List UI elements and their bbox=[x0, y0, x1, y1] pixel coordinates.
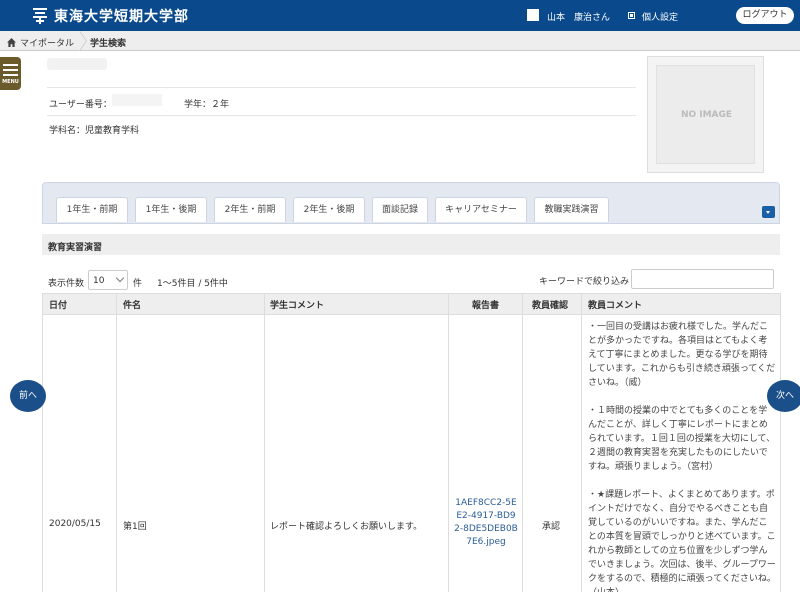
user-number-redacted bbox=[112, 94, 162, 106]
personal-settings-link[interactable]: 個人設定 bbox=[642, 10, 678, 23]
result-range: 1～5件目 / 5件中 bbox=[157, 279, 228, 289]
col-date: 日付 bbox=[49, 301, 68, 311]
breadcrumb-home-label: マイポータル bbox=[20, 39, 75, 49]
row-student-comment: レポート確認よろしくお願いします。 bbox=[270, 522, 423, 532]
keyword-filter-input[interactable] bbox=[631, 269, 774, 289]
table-header bbox=[42, 293, 780, 315]
tab-dropdown-icon[interactable] bbox=[762, 206, 775, 218]
hamburger-icon bbox=[3, 64, 18, 79]
logout-button[interactable]: ログアウト bbox=[736, 7, 794, 24]
tab-2nd-year-second[interactable]: 2年生・後期 bbox=[293, 197, 365, 222]
col-student-comment: 学生コメント bbox=[270, 301, 325, 311]
display-count-select[interactable]: 10 bbox=[88, 270, 128, 290]
col-teacher-comment: 教員コメント bbox=[588, 301, 643, 311]
teacher-comment-2: ・１時間の授業の中でとても多くのことを学んだことが、詳しく丁寧にレポートにまとめ… bbox=[588, 406, 776, 472]
tab-1st-year-second[interactable]: 1年生・後期 bbox=[135, 197, 207, 222]
home-icon bbox=[7, 38, 16, 47]
section-header: 教育実習演習 bbox=[42, 234, 780, 255]
display-count-unit: 件 bbox=[133, 279, 143, 289]
grade-label: 学年：２年 bbox=[184, 100, 230, 110]
next-button[interactable]: 次へ bbox=[767, 380, 800, 412]
prev-button[interactable]: 前へ bbox=[10, 380, 46, 412]
settings-icon[interactable] bbox=[628, 12, 635, 19]
no-image-placeholder: NO IMAGE bbox=[680, 110, 733, 120]
department-label: 学科名：児童教育学科 bbox=[49, 126, 140, 136]
tab-1st-year-first[interactable]: 1年生・前期 bbox=[56, 197, 128, 222]
section-title: 教育実習演習 bbox=[48, 243, 103, 253]
breadcrumb-home[interactable]: マイポータル bbox=[7, 36, 74, 49]
divider bbox=[47, 115, 636, 116]
row-subject: 第1回 bbox=[123, 522, 147, 532]
university-name: 東海大学短期大学部 bbox=[54, 9, 189, 25]
logo-mark-icon bbox=[33, 8, 47, 24]
profile-photo: NO IMAGE bbox=[647, 56, 764, 173]
university-logo[interactable]: 東海大学短期大学部 bbox=[32, 6, 189, 26]
student-name-redacted bbox=[47, 58, 107, 70]
row-confirm-status: 承認 bbox=[542, 522, 561, 532]
display-count-value: 10 bbox=[93, 276, 105, 286]
menu-label: MENU bbox=[2, 79, 19, 85]
chevron-down-icon bbox=[115, 273, 125, 283]
display-count-label: 表示件数 bbox=[48, 279, 85, 289]
tab-teaching-practice[interactable]: 教職実践演習 bbox=[534, 197, 609, 222]
divider bbox=[47, 87, 636, 88]
col-report: 報告書 bbox=[472, 301, 500, 311]
user-number-label: ユーザー番号： bbox=[49, 100, 112, 110]
teacher-comment: ・一回目の受講はお疲れ様でした。学んだことが多かったですね。各項目はとてもよく考… bbox=[588, 320, 776, 592]
breadcrumb: マイポータル 学生検索 bbox=[0, 31, 800, 51]
user-avatar bbox=[527, 9, 539, 21]
menu-button[interactable]: MENU bbox=[0, 57, 21, 90]
tab-interview-records[interactable]: 面談記録 bbox=[372, 197, 428, 222]
tab-career-seminar[interactable]: キャリアセミナー bbox=[435, 197, 527, 222]
col-teacher-confirm: 教員確認 bbox=[532, 301, 569, 311]
row-date: 2020/05/15 bbox=[49, 519, 101, 529]
tab-2nd-year-first[interactable]: 2年生・前期 bbox=[214, 197, 286, 222]
teacher-comment-3: ・★課題レポート、よくまとめてあります。ポイントだけでなく、自分でやるべきことも… bbox=[588, 490, 776, 592]
keyword-filter-label: キーワードで絞り込み bbox=[539, 277, 630, 287]
report-file-link[interactable]: 1AEF8CC2-5EE2-4917-BD92-8DE5DEB0B7E6.jpe… bbox=[454, 497, 518, 549]
col-subject: 件名 bbox=[123, 301, 142, 311]
top-header: 東海大学短期大学部 山本 康治さん 個人設定 ログアウト bbox=[0, 0, 800, 31]
teacher-comment-1: ・一回目の受講はお疲れ様でした。学んだことが多かったですね。各項目はとてもよく考… bbox=[588, 322, 776, 388]
breadcrumb-current: 学生検索 bbox=[90, 39, 127, 49]
user-name: 山本 康治さん bbox=[547, 13, 611, 23]
